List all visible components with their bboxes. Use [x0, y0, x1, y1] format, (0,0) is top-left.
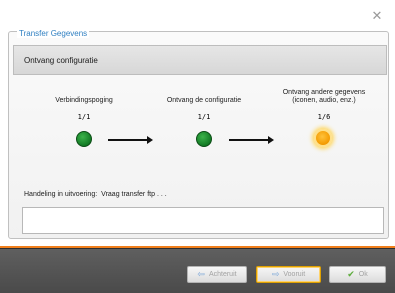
back-button-label: Achteruit [208, 271, 237, 278]
status-green-dot-icon [76, 131, 92, 147]
forward-button[interactable]: ⇨ Vooruit [256, 266, 321, 283]
footer-bar: ⇦ Achteruit ⇨ Vooruit ✔ Ok [0, 248, 395, 293]
status-row: Handeling in uitvoering: Vraag transfer f… [24, 191, 167, 198]
arrow-right-icon [229, 136, 274, 144]
forward-button-label: Vooruit [283, 271, 306, 278]
log-output-field [22, 207, 384, 234]
step-label-line1: Ontvang andere gegevens [282, 89, 366, 96]
step-count: 1/1 [77, 113, 91, 121]
status-green-dot-icon [196, 131, 212, 147]
step-receive-config: Ontvang de configuratie [144, 97, 264, 105]
step-label: Verbindingspoging [55, 97, 113, 104]
step-count: 1/1 [197, 113, 211, 121]
transfer-dialog: ✕ Transfer Gegevens Ontvang configuratie… [0, 0, 395, 293]
status-label: Handeling in uitvoering: [24, 191, 98, 198]
ok-button-label: Ok [358, 271, 368, 278]
step-label: Ontvang de configuratie [166, 97, 242, 104]
ok-button[interactable]: ✔ Ok [329, 266, 386, 283]
checkmark-icon: ✔ [347, 269, 355, 280]
status-orange-dot-icon [314, 129, 332, 147]
step-receive-other-data: Ontvang andere gegevens (iconen, audio, … [264, 89, 384, 105]
close-icon[interactable]: ✕ [369, 9, 385, 25]
step-count: 1/6 [317, 113, 331, 121]
current-phase-title: Ontvang configuratie [24, 56, 98, 65]
arrow-right-icon: ⇨ [271, 269, 280, 280]
status-value: Vraag transfer ftp . . . [101, 191, 167, 198]
step-connection: Verbindingspoging [24, 97, 144, 105]
arrow-left-icon: ⇦ [197, 269, 205, 280]
arrow-right-icon [108, 136, 153, 144]
back-button[interactable]: ⇦ Achteruit [187, 266, 247, 283]
step-label-line2: (iconen, audio, enz.) [292, 97, 356, 104]
group-legend: Transfer Gegevens [17, 29, 90, 38]
current-phase-panel: Ontvang configuratie [13, 45, 387, 75]
